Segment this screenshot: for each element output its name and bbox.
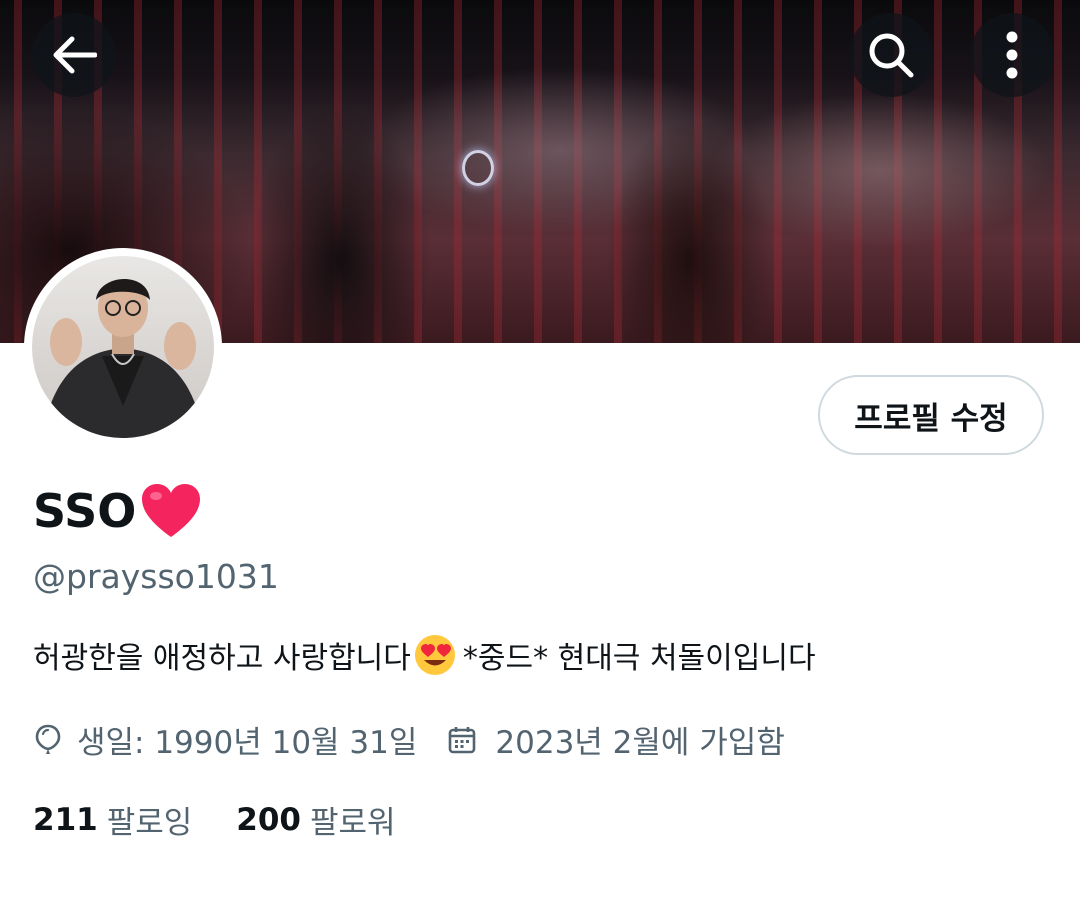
joined-item: 2023년 2월에 가입함 (447, 717, 785, 762)
profile-bio: 허광한을 애정하고 사랑합니다 *중드* 현대극 처돌이입니다 (33, 633, 816, 677)
search-button[interactable] (849, 13, 933, 97)
bio-text-continued: *중드* 현대극 처돌이입니다 (462, 641, 816, 676)
more-button[interactable] (970, 13, 1054, 97)
joined-date-text: 2023년 2월에 가입함 (495, 725, 785, 761)
banner-light (462, 150, 494, 186)
heart-eyes-emoji-icon (414, 635, 455, 675)
display-name-row: SSO (33, 482, 202, 540)
following-count: 211 (33, 801, 98, 838)
avatar[interactable] (24, 248, 222, 446)
heart-icon (142, 484, 201, 537)
balloon-icon (35, 724, 61, 754)
user-handle: @praysso1031 (33, 557, 279, 596)
followers-count: 200 (236, 801, 301, 838)
more-vertical-icon (1006, 31, 1018, 79)
display-name: SSO (33, 484, 137, 538)
birthday-item: 생일: 1990년 10월 31일 (33, 717, 417, 762)
bio-text: 허광한을 애정하고 사랑합니다 (33, 641, 411, 676)
following-label: 팔로잉 (106, 805, 193, 841)
birthday-text: 생일: 1990년 10월 31일 (77, 725, 418, 761)
following-link[interactable]: 211 팔로잉 (33, 797, 192, 842)
back-arrow-icon (53, 36, 97, 74)
profile-meta: 생일: 1990년 10월 31일 2023년 2월에 가입함 (33, 717, 785, 762)
calendar-icon (449, 726, 476, 753)
search-icon (869, 33, 914, 78)
back-button[interactable] (32, 13, 116, 97)
follow-stats: 211 팔로잉 200 팔로워 (33, 797, 396, 842)
followers-label: 팔로워 (310, 805, 396, 841)
edit-profile-button[interactable]: 프로필 수정 (818, 375, 1044, 455)
avatar-photo (32, 256, 214, 438)
followers-link[interactable]: 200 팔로워 (236, 797, 395, 842)
